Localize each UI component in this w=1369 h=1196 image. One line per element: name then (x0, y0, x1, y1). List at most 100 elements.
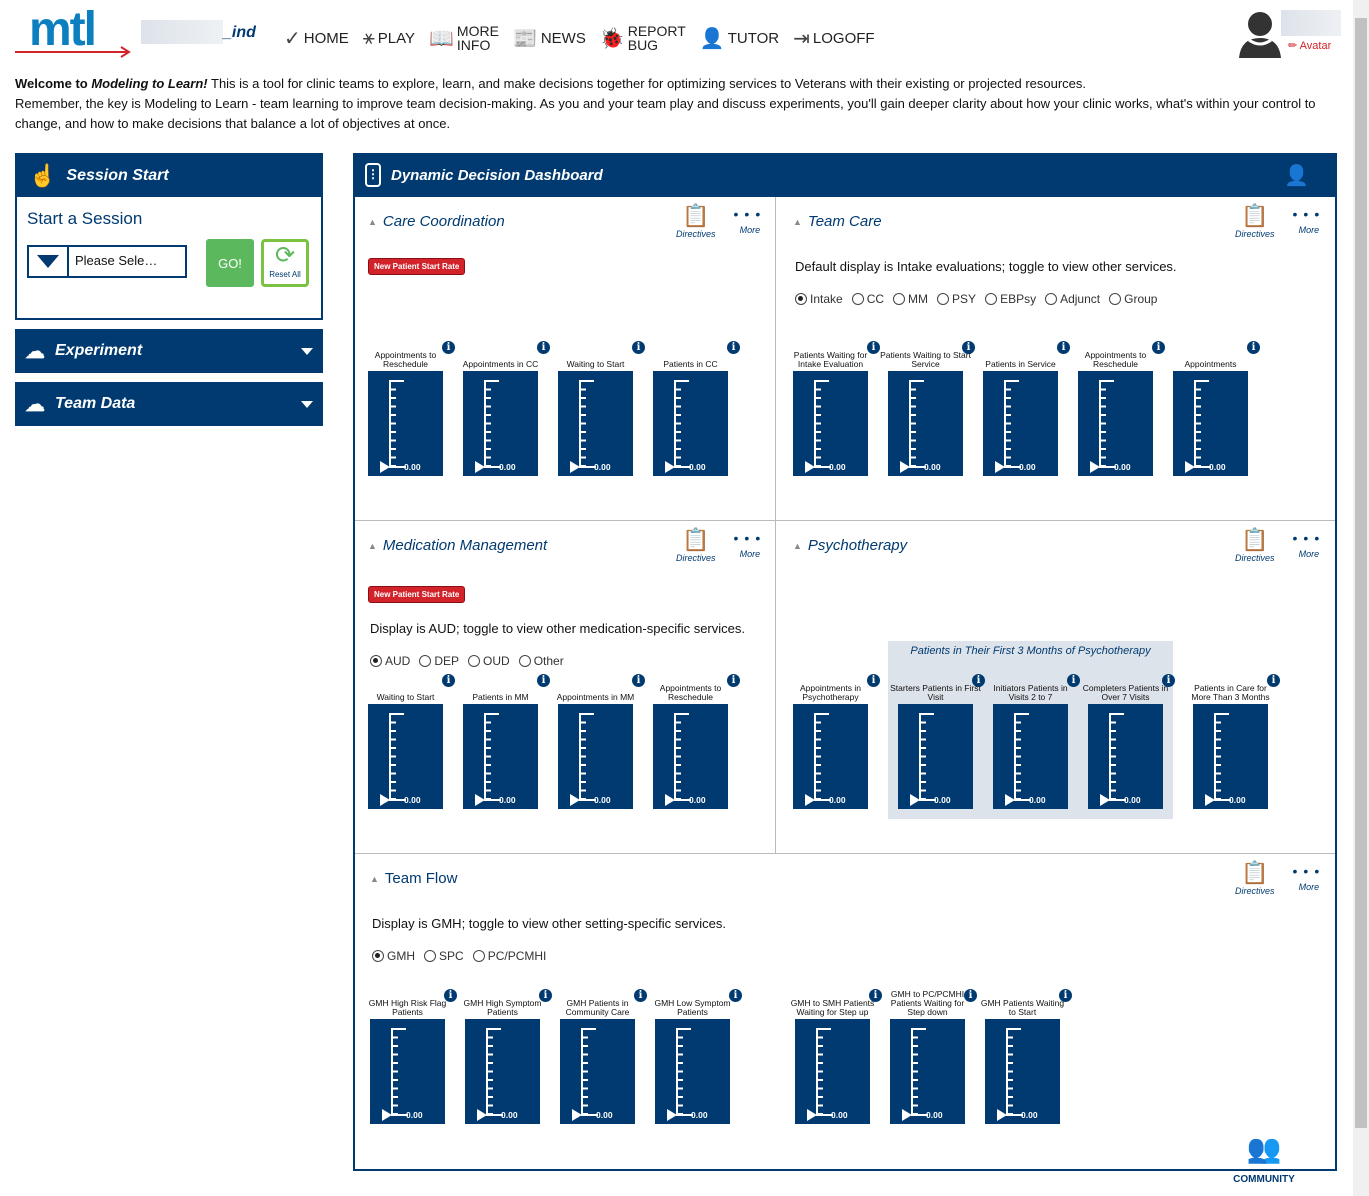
radio-circle[interactable] (893, 293, 906, 305)
radio-ebpsy[interactable]: EBPsy (985, 292, 1036, 306)
info-icon[interactable]: i (1247, 341, 1260, 354)
nav-more-info[interactable]: 📖 MORE INFO (429, 24, 499, 52)
info-icon[interactable]: i (727, 674, 740, 687)
more-button[interactable]: ••• More (734, 527, 767, 563)
new-patient-start-rate-button[interactable]: New Patient Start Rate (368, 586, 466, 603)
radio-label: PSY (952, 292, 977, 306)
radio-intake[interactable]: Intake (795, 292, 843, 306)
psychotherapy-title[interactable]: ▲ Psychotherapy (793, 537, 907, 554)
more-button[interactable]: ••• More (1293, 860, 1326, 896)
go-button[interactable]: GO! (206, 239, 254, 287)
info-icon[interactable]: i (1152, 341, 1165, 354)
info-icon[interactable]: i (962, 341, 975, 354)
team-flow-title[interactable]: ▲ Team Flow (370, 870, 457, 887)
radio-other[interactable]: Other (518, 654, 564, 668)
info-icon[interactable]: i (867, 674, 880, 687)
info-icon[interactable]: i (537, 341, 550, 354)
radio-mm[interactable]: MM (893, 292, 928, 306)
team-care-title[interactable]: ▲ Team Care (793, 213, 882, 230)
radio-circle[interactable] (468, 655, 481, 667)
radio-spc[interactable]: SPC (424, 949, 464, 963)
gauge-box: 0.00 (985, 1019, 1060, 1124)
avatar-icon[interactable] (1237, 10, 1283, 60)
nav-news[interactable]: 📰 NEWS (513, 26, 586, 51)
radio-aud[interactable]: AUD (370, 654, 410, 668)
medication-management-title[interactable]: ▲ Medication Management (368, 537, 547, 554)
radio-circle[interactable] (851, 293, 864, 305)
nav-play[interactable]: ⚹ PLAY (363, 27, 415, 50)
radio-group[interactable]: Group (1109, 292, 1157, 306)
mtl-logo[interactable]: mtl (15, 3, 133, 60)
more-button[interactable]: ••• More (1293, 527, 1326, 563)
directives-button[interactable]: 📋 Directives (676, 527, 716, 563)
radio-circle[interactable] (937, 293, 950, 305)
radio-circle[interactable] (370, 655, 382, 667)
info-icon[interactable]: i (1267, 674, 1280, 687)
radio-circle[interactable] (419, 655, 432, 667)
collapse-triangle-icon[interactable]: ▲ (368, 541, 377, 551)
care-coordination-title[interactable]: ▲ Care Coordination (368, 213, 505, 230)
info-icon[interactable]: i (1067, 674, 1080, 687)
info-icon[interactable]: i (1059, 989, 1072, 1002)
more-button[interactable]: ••• More (734, 203, 767, 239)
collapse-triangle-icon[interactable]: ▲ (793, 541, 802, 551)
radio-circle[interactable] (1109, 293, 1122, 305)
more-button[interactable]: ••• More (1293, 203, 1326, 239)
info-icon[interactable]: i (729, 989, 742, 1002)
session-start-header[interactable]: ☝ Session Start (17, 155, 321, 197)
info-icon[interactable]: i (869, 989, 882, 1002)
directives-button[interactable]: 📋 Directives (1235, 860, 1275, 896)
radio-circle[interactable] (985, 293, 998, 305)
collapse-triangle-icon[interactable]: ▲ (793, 217, 802, 227)
directives-button[interactable]: 📋 Directives (1235, 203, 1275, 239)
info-icon[interactable]: i (632, 341, 645, 354)
info-icon[interactable]: i (442, 674, 455, 687)
nav-logoff[interactable]: ⇥ LOGOFF (793, 26, 874, 51)
radio-oud[interactable]: OUD (468, 654, 510, 668)
info-icon[interactable]: i (632, 674, 645, 687)
info-icon[interactable]: i (964, 989, 977, 1002)
info-icon[interactable]: i (442, 341, 455, 354)
nav-tutor[interactable]: 👤 TUTOR (700, 26, 779, 51)
new-patient-start-rate-button[interactable]: New Patient Start Rate (368, 258, 466, 275)
avatar-edit-link[interactable]: ✏ Avatar (1288, 39, 1331, 52)
radio-circle[interactable] (795, 293, 807, 305)
radio-gmh[interactable]: GMH (372, 949, 415, 963)
radio-circle[interactable] (372, 950, 384, 962)
gauge-label: GMH Patients Waiting to Start (980, 998, 1065, 1017)
experiment-accordion[interactable]: ☁ Experiment (15, 329, 323, 373)
directives-button[interactable]: 📋 Directives (676, 203, 716, 239)
nav-home[interactable]: ✓ HOME (284, 26, 349, 51)
scrollbar-thumb[interactable] (1355, 18, 1367, 1128)
collapse-triangle-icon[interactable]: ▲ (370, 874, 379, 884)
team-data-accordion[interactable]: ☁ Team Data (15, 382, 323, 426)
radio-psy[interactable]: PSY (937, 292, 976, 306)
info-icon[interactable]: i (1057, 341, 1070, 354)
radio-dep[interactable]: DEP (419, 654, 459, 668)
session-select[interactable]: Please Sele… (27, 245, 187, 278)
info-icon[interactable]: i (727, 341, 740, 354)
reset-all-button[interactable]: ⟳ Reset All (261, 239, 309, 287)
radio-cc[interactable]: CC (851, 292, 884, 306)
info-icon[interactable]: i (444, 989, 457, 1002)
info-icon[interactable]: i (537, 674, 550, 687)
radio-circle[interactable] (518, 655, 531, 667)
gauge-value: 0.00 (1021, 1110, 1038, 1120)
nav-report-bug[interactable]: 🐞 REPORT BUG (600, 24, 686, 52)
info-icon[interactable]: i (1162, 674, 1175, 687)
community-button[interactable]: 👥 COMMUNITY (1228, 1124, 1300, 1185)
info-icon[interactable]: i (539, 989, 552, 1002)
dropdown-arrow-icon[interactable] (29, 247, 69, 276)
info-icon[interactable]: i (972, 674, 985, 687)
collapse-triangle-icon[interactable]: ▲ (368, 217, 377, 227)
info-icon[interactable]: i (634, 989, 647, 1002)
directives-button[interactable]: 📋 Directives (1235, 527, 1275, 563)
info-icon[interactable]: i (867, 341, 880, 354)
radio-circle[interactable] (1045, 293, 1058, 305)
user-screen-icon[interactable]: 👤 (1284, 163, 1309, 188)
radio-circle[interactable] (424, 950, 436, 962)
caret-down-icon (301, 347, 313, 355)
radio-circle[interactable] (472, 950, 485, 962)
radio-pcpcmhi[interactable]: PC/PCMHI (472, 949, 546, 963)
radio-adjunct[interactable]: Adjunct (1045, 292, 1100, 306)
